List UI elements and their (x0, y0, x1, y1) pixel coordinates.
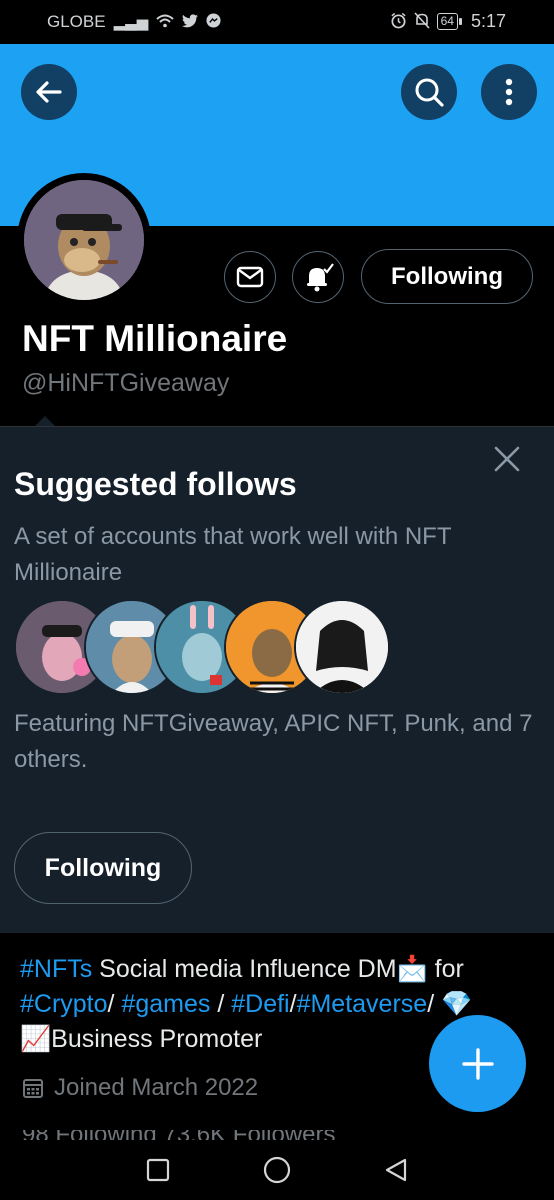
recents-button[interactable] (142, 1154, 174, 1186)
profile-avatar[interactable] (17, 173, 151, 307)
hashtag-crypto[interactable]: #Crypto (20, 990, 108, 1018)
avatar-image (24, 180, 144, 300)
more-options-button[interactable] (481, 64, 537, 120)
bio-separator: / (107, 990, 122, 1018)
wifi-icon (156, 14, 174, 31)
suggested-title: Suggested follows (14, 466, 297, 502)
bio-line-2: #Crypto/ #games / #Defi/#Metaverse/ 💎 (20, 987, 530, 1022)
compose-tweet-button[interactable] (429, 1015, 526, 1112)
user-handle: @HiNFTGiveaway (22, 369, 230, 397)
more-vertical-icon (505, 78, 513, 106)
hashtag-nfts[interactable]: #NFTs (20, 955, 92, 983)
back-arrow-icon (36, 81, 62, 103)
follow-stats[interactable]: 98 Following 73.6K Followers (22, 1130, 336, 1140)
chart-emoji-icon: 📈 (20, 1025, 52, 1053)
inbox-emoji-icon: 📩 (396, 955, 428, 983)
status-bar: GLOBE ▂▃▅ 64 5:17 (0, 0, 554, 44)
circle-icon (263, 1156, 291, 1184)
twitter-bird-icon (182, 13, 199, 31)
joined-date: Joined March 2022 (22, 1074, 258, 1102)
notifications-button[interactable] (292, 251, 344, 303)
suggested-avatars[interactable] (14, 599, 394, 695)
display-name: NFT Millionaire (22, 318, 288, 359)
messenger-icon (206, 13, 221, 31)
hashtag-games[interactable]: #games (121, 990, 210, 1018)
search-icon (415, 78, 444, 107)
suggested-featuring: Featuring NFTGiveaway, APIC NFT, Punk, a… (14, 710, 533, 773)
follow-all-button[interactable]: Following (14, 832, 192, 904)
hashtag-defi[interactable]: #Defi (231, 990, 289, 1018)
carrier-label: GLOBE (47, 12, 106, 31)
hashtag-metaverse[interactable]: #Metaverse (297, 990, 428, 1018)
plus-icon (461, 1047, 494, 1080)
bio-text: for (427, 955, 464, 983)
system-back-button[interactable] (380, 1154, 412, 1186)
signal-icon: ▂▃▅ (113, 13, 149, 31)
bio-text: Social media Influence DM (92, 955, 397, 983)
calendar-icon (23, 1079, 43, 1098)
mail-icon (236, 266, 264, 288)
bio-line-1: #NFTs Social media Influence DM📩 for (20, 952, 530, 987)
bio-separator: / (289, 990, 297, 1018)
suggested-description: A set of accounts that work well with NF… (14, 523, 452, 586)
alarm-icon (390, 12, 407, 32)
square-icon (146, 1158, 170, 1182)
battery-level: 64 (436, 13, 463, 30)
suggested-avatar[interactable] (294, 599, 390, 695)
clock-time: 5:17 (470, 11, 506, 31)
close-icon (494, 446, 520, 472)
system-nav-bar (0, 1140, 554, 1200)
search-button[interactable] (401, 64, 457, 120)
message-button[interactable] (224, 251, 276, 303)
bio-separator: / (427, 990, 442, 1018)
back-button[interactable] (21, 64, 77, 120)
close-suggestions-button[interactable] (490, 442, 524, 476)
gem-emoji-icon: 💎 (441, 990, 473, 1018)
mute-bell-icon (414, 11, 430, 32)
bell-check-icon (307, 263, 334, 292)
bio-separator: / (210, 990, 232, 1018)
triangle-back-icon (385, 1158, 407, 1182)
bio-text: Business Promoter (51, 1025, 263, 1053)
joined-text: Joined March 2022 (54, 1074, 259, 1101)
following-button[interactable]: Following (361, 249, 533, 304)
home-button[interactable] (261, 1154, 293, 1186)
